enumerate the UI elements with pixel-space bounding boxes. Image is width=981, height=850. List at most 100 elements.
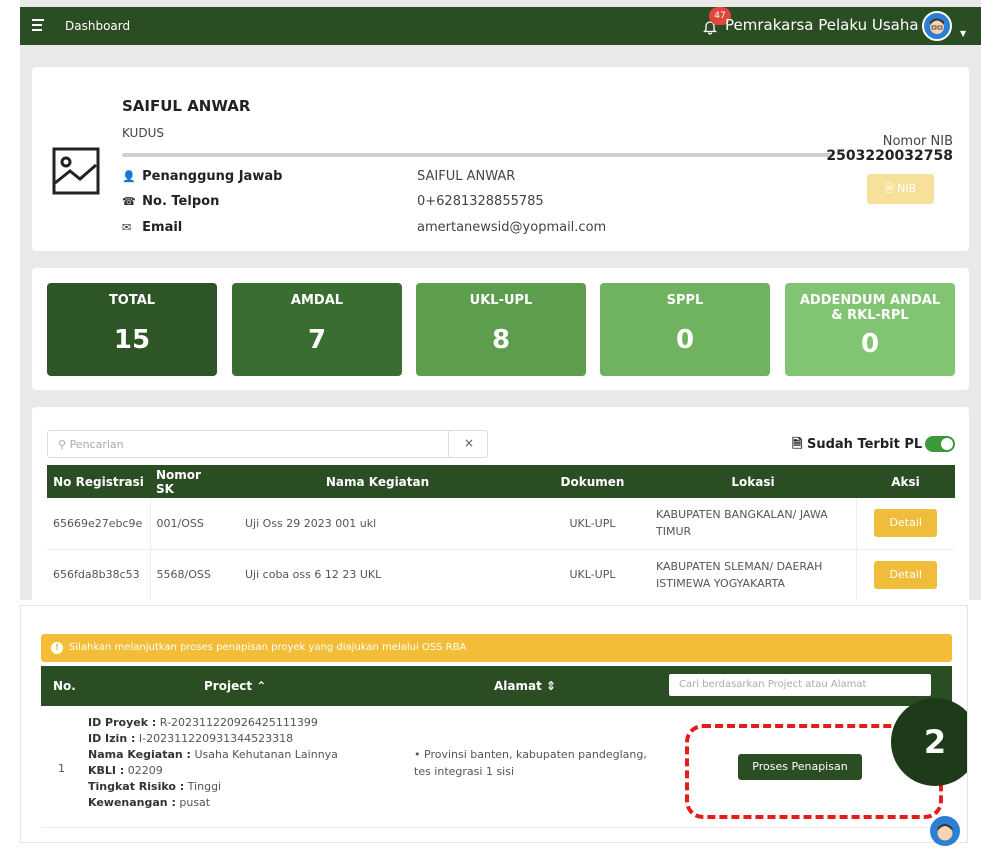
envelope-icon: ✉ xyxy=(122,221,132,234)
telpon-value: 0+6281328855785 xyxy=(417,194,544,209)
column-header-alamat[interactable]: Alamat ⇕ xyxy=(494,679,556,693)
person-icon: 👤 xyxy=(122,170,136,183)
nama-kegiatan-line: Nama Kegiatan : Usaha Kehutanan Lainnya xyxy=(88,747,338,763)
dokumen-cell: UKL-UPL xyxy=(535,498,650,550)
chevron-down-icon[interactable]: ▼ xyxy=(960,29,966,38)
search-icon: ⚲ xyxy=(58,438,67,451)
floating-avatar[interactable] xyxy=(930,816,960,846)
nib-label: Nomor NIB xyxy=(882,134,953,149)
column-header[interactable]: Nama Kegiatan xyxy=(220,465,535,498)
penanggung-jawab-label: Penanggung Jawab xyxy=(142,169,283,184)
stat-label: SPPL xyxy=(666,293,704,308)
email-label: Email xyxy=(142,220,183,235)
detail-button[interactable]: Detail xyxy=(874,560,938,589)
stat-value: 8 xyxy=(491,325,511,355)
lokasi-cell: KABUPATEN BANGKALAN/ JAWA TIMUR xyxy=(650,498,856,550)
sk-cell: 001/OSS xyxy=(149,498,220,550)
column-header-project[interactable]: Project ⌃ xyxy=(204,679,266,693)
column-header[interactable]: No Registrasi xyxy=(47,465,150,498)
aksi-cell: Detail xyxy=(855,549,955,600)
alert-text: Silahkan melanjutkan proses penapisan pr… xyxy=(69,642,467,653)
info-alert: ! Silahkan melanjutkan proses penapisan p… xyxy=(41,634,952,662)
kewenangan-line: Kewenangan : pusat xyxy=(88,795,338,811)
registration-table: No Registrasi Nomor SK Nama Kegiatan Dok… xyxy=(47,465,955,600)
id-izin-label: ID Izin : xyxy=(88,732,136,745)
nib-button[interactable]: 🗎 NIB xyxy=(867,174,934,204)
profile-name: SAIFUL ANWAR xyxy=(122,97,251,115)
column-header[interactable]: Aksi xyxy=(856,465,955,498)
id-proyek-label: ID Proyek : xyxy=(88,716,157,729)
id-izin-line: ID Izin : I-202311220931344523318 xyxy=(88,731,338,747)
id-proyek-value: R-202311220926425111399 xyxy=(159,716,318,729)
table-row: 656fda8b38c53 5568/OSS Uji coba oss 6 12… xyxy=(47,549,955,600)
column-header[interactable]: Lokasi xyxy=(650,465,856,498)
menu-toggle-icon[interactable] xyxy=(32,19,46,31)
nib-button-label: NIB xyxy=(897,182,917,195)
column-header[interactable]: Dokumen xyxy=(535,465,650,498)
user-role-label[interactable]: Pemrakarsa Pelaku Usaha xyxy=(725,16,919,34)
kegiatan-cell: Uji coba oss 6 12 23 UKL xyxy=(220,549,535,600)
dokumen-cell: UKL-UPL xyxy=(535,549,650,600)
profile-divider xyxy=(122,153,834,157)
dashboard-title: Dashboard xyxy=(65,19,131,33)
clear-search-button[interactable]: × xyxy=(448,430,489,458)
document-icon: 🗎 xyxy=(792,437,803,452)
penapisan-screenshot: ! Silahkan melanjutkan proses penapisan p… xyxy=(20,605,968,843)
id-proyek-line: ID Proyek : R-202311220926425111399 xyxy=(88,715,338,731)
image-placeholder-icon xyxy=(52,147,100,195)
info-icon: ! xyxy=(51,642,63,654)
telpon-label: No. Telpon xyxy=(142,194,220,209)
toggle-text: Sudah Terbit PL xyxy=(806,437,923,452)
nib-value: 2503220032758 xyxy=(826,148,953,164)
kbli-line: KBLI : 02209 xyxy=(88,763,338,779)
detail-button[interactable]: Detail xyxy=(874,509,938,538)
sudah-terbit-pl-toggle[interactable] xyxy=(925,436,955,452)
dashboard-screenshot: Dashboard 47 Pemrakarsa Pelaku Usaha ▼ S… xyxy=(20,0,981,600)
email-row: ✉ Email xyxy=(122,220,182,235)
nama-kegiatan-label: Nama Kegiatan : xyxy=(88,748,191,761)
row-number: 1 xyxy=(58,762,65,775)
sudah-terbit-pl-label: 🗎 Sudah Terbit PL xyxy=(792,435,922,457)
stat-amdal[interactable]: AMDAL 7 xyxy=(232,283,402,376)
table-row: 65669e27ebc9e 001/OSS Uji Oss 29 2023 00… xyxy=(47,498,955,550)
stat-addendum[interactable]: ADDENDUM ANDAL & RKL-RPL 0 xyxy=(785,283,955,376)
stat-value: 15 xyxy=(113,325,151,355)
sk-cell: 5568/OSS xyxy=(149,549,220,600)
penanggung-jawab-value: SAIFUL ANWAR xyxy=(417,169,516,184)
aksi-cell: Detail xyxy=(855,498,955,550)
kegiatan-cell: Uji Oss 29 2023 001 ukl xyxy=(220,498,535,550)
stat-value: 7 xyxy=(307,325,327,355)
table-header-row: No Registrasi Nomor SK Nama Kegiatan Dok… xyxy=(47,465,955,498)
penanggung-jawab-row: 👤 Penanggung Jawab xyxy=(122,169,282,184)
user-avatar[interactable] xyxy=(922,11,952,41)
stat-total[interactable]: TOTAL 15 xyxy=(47,283,217,376)
kbli-value: 02209 xyxy=(127,764,163,777)
stat-value: 0 xyxy=(675,325,695,355)
risiko-line: Tingkat Risiko : Tinggi xyxy=(88,779,338,795)
kbli-label: KBLI : xyxy=(88,764,125,777)
nama-kegiatan-value: Usaha Kehutanan Lainnya xyxy=(194,748,338,761)
reg-cell: 65669e27ebc9e xyxy=(47,498,150,550)
stat-label: TOTAL xyxy=(108,293,156,308)
stats-card: TOTAL 15 AMDAL 7 UKL-UPL 8 SPPL 0 ADDENDUM A… xyxy=(32,268,969,390)
search-placeholder: Pencarian xyxy=(69,438,124,451)
project-table-header: No. Project ⌃ Alamat ⇕ Cari berdasarkan … xyxy=(41,666,952,706)
stat-label: ADDENDUM ANDAL & RKL-RPL xyxy=(799,293,941,323)
id-izin-value: I-202311220931344523318 xyxy=(138,732,294,745)
stat-sppl[interactable]: SPPL 0 xyxy=(600,283,770,376)
top-navbar: Dashboard 47 Pemrakarsa Pelaku Usaha ▼ xyxy=(20,7,981,45)
lokasi-cell: KABUPATEN SLEMAN/ DAERAH ISTIMEWA YOGYAK… xyxy=(650,549,856,600)
risiko-label: Tingkat Risiko : xyxy=(88,780,185,793)
risiko-value: Tinggi xyxy=(187,780,222,793)
stat-ukl-upl[interactable]: UKL-UPL 8 xyxy=(416,283,586,376)
stat-value: 0 xyxy=(860,329,880,359)
project-search-input[interactable]: Cari berdasarkan Project atau Alamat xyxy=(669,674,931,696)
project-details: ID Proyek : R-202311220926425111399 ID I… xyxy=(88,715,338,811)
column-header[interactable]: Nomor SK xyxy=(150,465,220,498)
registration-listing: ⚲ Pencarian × 🗎 Sudah Terbit PL No Regis… xyxy=(32,407,969,600)
alamat-cell: • Provinsi banten, kabupaten pandeglang,… xyxy=(414,748,647,778)
column-header-no: No. xyxy=(53,679,76,693)
profile-card: SAIFUL ANWAR KUDUS 👤 Penanggung Jawab ☎ … xyxy=(32,67,969,251)
phone-icon: ☎ xyxy=(122,195,136,208)
search-input[interactable]: ⚲ Pencarian × xyxy=(47,430,488,458)
